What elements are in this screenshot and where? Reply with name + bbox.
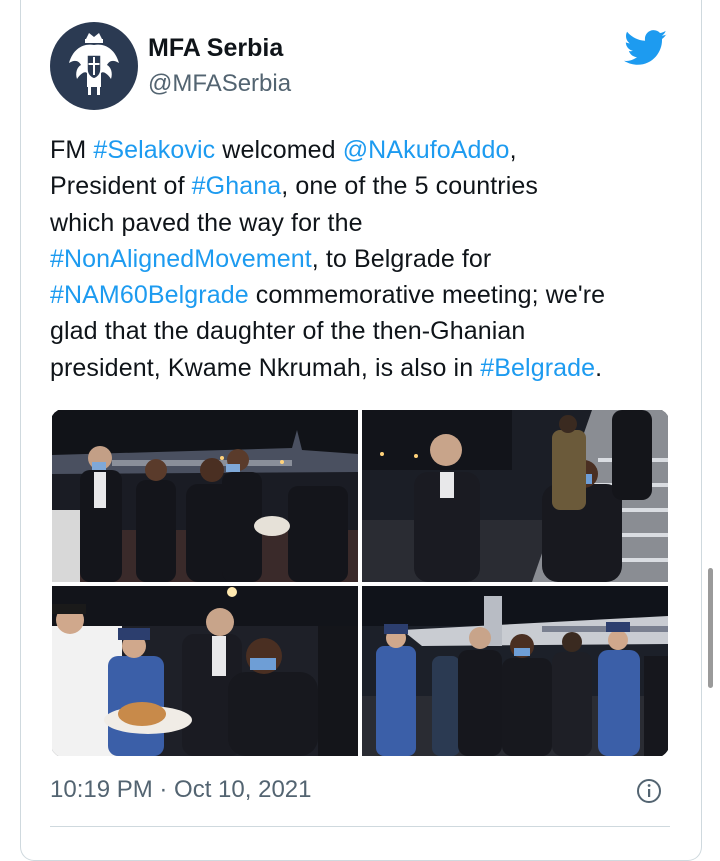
tweet-link[interactable]: #NonAlignedMovement [50,245,312,273]
divider [50,826,670,827]
tweet-text-segment: , to Belgrade for [311,244,492,273]
tweet-text-segment: president, Kwame Nkrumah, is also in [50,353,481,382]
photo-welcome-handshake[interactable] [52,410,358,582]
tweet-link[interactable]: #Ghana [192,172,282,200]
tweet-link[interactable]: #Selakovic [93,136,215,164]
tweet-text-segment: , one of the 5 countries [281,172,538,201]
tweet-link[interactable]: #NAM60Belgrade [50,281,249,309]
scrollbar[interactable] [708,568,713,688]
tweet-text-segment: welcomed [215,136,343,164]
photo-bread-and-salt[interactable] [52,586,358,756]
tweet-text-segment: President of [50,172,192,201]
tweet-text-segment: commemorative meeting; we're [248,281,606,310]
twitter-bird-icon[interactable] [624,30,668,66]
tweet-timestamp[interactable]: 10:19 PM · Oct 10, 2021 [50,776,311,804]
tweet-link[interactable]: @NAkufoAddo [343,136,510,164]
tweet-text-segment: glad that the daughter of the then-Ghani… [50,317,526,346]
info-icon[interactable] [636,778,662,804]
tweet-text-segment: , [509,136,517,164]
tweet-text: FM #Selakovic welcomed @NAkufoAddo, Presi… [50,132,680,386]
media-grid[interactable] [50,408,670,758]
tweet-text-segment: . [595,353,603,382]
tweet-link[interactable]: #Belgrade [480,354,595,382]
user-handle[interactable]: @MFASerbia [148,70,291,98]
tweet-text-segment: FM [50,136,94,164]
display-name[interactable]: MFA Serbia [148,34,283,63]
avatar[interactable] [50,22,138,110]
coat-of-arms-icon [69,33,119,95]
photo-honor-guard[interactable] [362,586,668,756]
photo-airplane-stairs[interactable] [362,410,668,582]
tweet-text-segment: which paved the way for the [50,208,363,237]
